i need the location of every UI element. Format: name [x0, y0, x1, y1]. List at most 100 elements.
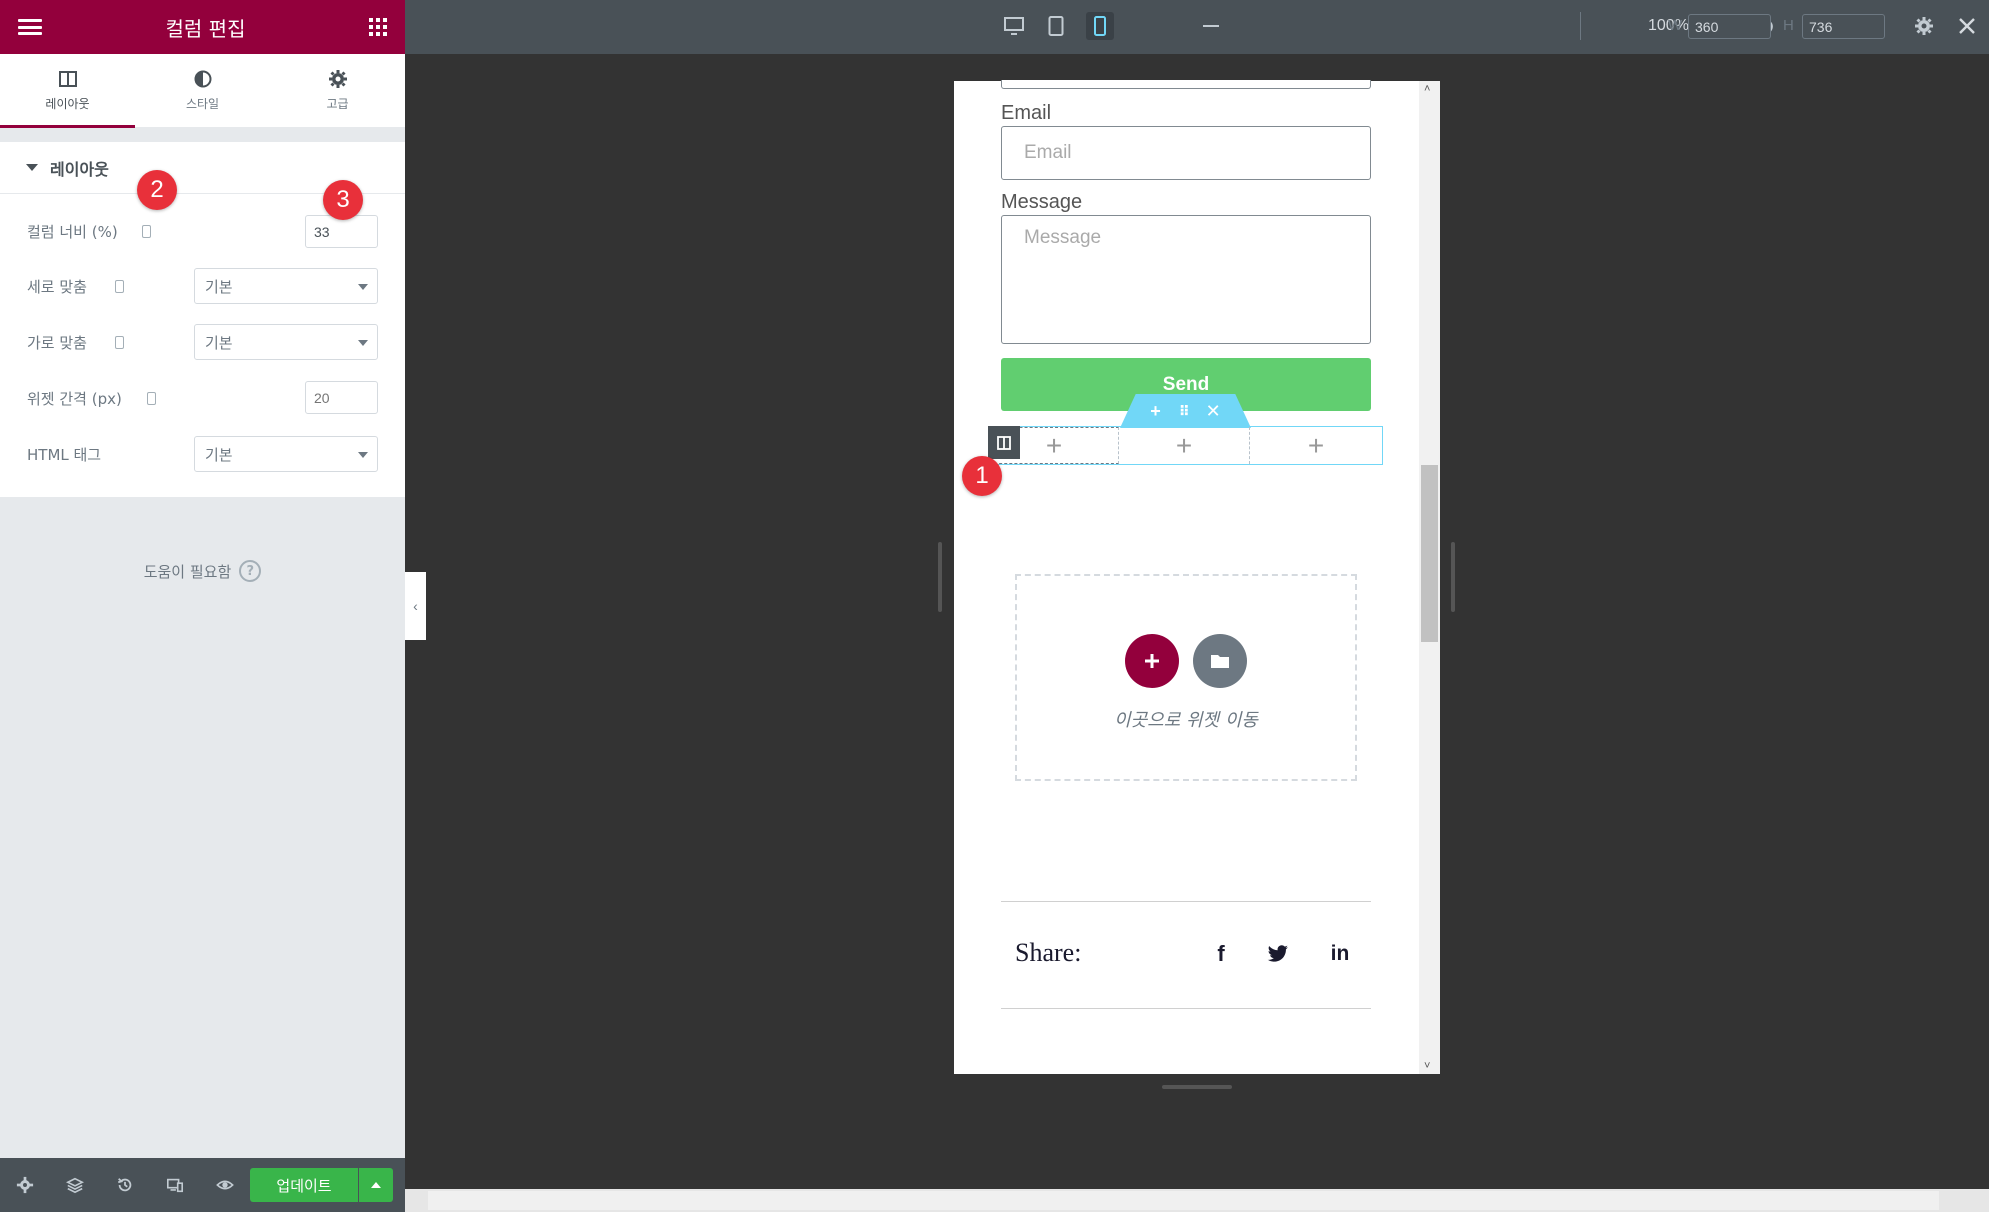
preview-button[interactable]: [200, 1158, 250, 1212]
section-handle: + ⠿ ✕: [1120, 394, 1251, 428]
mobile-device-icon[interactable]: [142, 225, 151, 238]
responsive-button[interactable]: [150, 1158, 200, 1212]
height-input[interactable]: 736: [1802, 14, 1885, 39]
panel-tabs: 레이아웃 스타일 고급: [0, 54, 405, 128]
add-widget-icon[interactable]: +: [1046, 430, 1062, 462]
resize-handle-bottom[interactable]: [1162, 1085, 1232, 1089]
share-divider-bottom: [1001, 1008, 1371, 1009]
settings-button[interactable]: [0, 1158, 50, 1212]
widget-gap-label: 위젯 간격 (px): [27, 389, 122, 408]
tablet-view-button[interactable]: [1045, 15, 1067, 37]
eye-icon: [216, 1180, 234, 1190]
tab-advanced[interactable]: 고급: [270, 54, 405, 127]
add-template-button[interactable]: [1193, 633, 1247, 688]
add-section-button[interactable]: [1125, 633, 1179, 688]
navigator-button[interactable]: [50, 1158, 100, 1212]
column-2[interactable]: +: [1119, 427, 1250, 464]
width-input[interactable]: 360: [1688, 14, 1771, 39]
chevron-left-icon: ‹: [413, 598, 418, 614]
gear-icon: [328, 70, 347, 88]
help-link[interactable]: 도움이 필요함 ?: [0, 560, 405, 582]
add-section-dropzone: 이곳으로 위젯 이동: [1015, 574, 1357, 781]
menu-icon[interactable]: [18, 19, 42, 35]
mobile-view-button[interactable]: [1086, 12, 1114, 40]
column-3[interactable]: +: [1250, 427, 1382, 464]
responsive-toolbar: 100% W 360 H 736: [405, 0, 1989, 54]
add-widget-icon[interactable]: +: [1176, 430, 1192, 462]
message-field[interactable]: Message: [1001, 215, 1371, 344]
html-tag-label: HTML 태그: [27, 445, 102, 464]
tab-style[interactable]: 스타일: [135, 54, 270, 127]
vertical-align-control: 세로 맞춤 기본: [0, 266, 405, 306]
help-label: 도움이 필요함: [143, 562, 232, 581]
html-tag-control: HTML 태그 기본: [0, 434, 405, 474]
mobile-device-icon[interactable]: [115, 280, 124, 293]
annotation-badge-3: 3: [323, 180, 363, 220]
responsive-icon: [166, 1178, 184, 1193]
half-circle-icon: [194, 70, 211, 88]
update-button[interactable]: 업데이트: [250, 1168, 358, 1202]
minus-icon: [1203, 25, 1219, 27]
column-structure: + + +: [988, 426, 1383, 465]
close-responsive-button[interactable]: [1956, 15, 1978, 37]
panel-title: 컬럼 편집: [165, 16, 246, 41]
columns-icon: [58, 71, 77, 87]
width-label: W: [1668, 17, 1683, 34]
layers-icon: [66, 1177, 84, 1194]
share-label: Share:: [1015, 938, 1082, 967]
vertical-align-select[interactable]: 기본: [194, 268, 378, 304]
zoom-out-button[interactable]: [1200, 15, 1222, 37]
gear-icon: [16, 1176, 34, 1194]
preview-scrollbar-thumb[interactable]: [1421, 465, 1438, 642]
canvas-horizontal-scrollbar-thumb[interactable]: [428, 1191, 1939, 1210]
horizontal-align-label: 가로 맞춤: [27, 333, 87, 352]
tab-layout-label: 레이아웃: [45, 97, 90, 111]
widget-gap-input[interactable]: [305, 381, 378, 414]
collapse-panel-button[interactable]: ‹: [405, 572, 426, 640]
column-width-label: 컬럼 너비 (%): [27, 222, 118, 241]
vertical-align-label: 세로 맞춤: [27, 277, 87, 296]
desktop-view-button[interactable]: [1003, 15, 1025, 37]
chevron-down-icon[interactable]: ˅: [1424, 1060, 1430, 1072]
desktop-icon: [1004, 17, 1024, 35]
height-label: H: [1783, 17, 1794, 34]
tab-advanced-label: 고급: [326, 97, 349, 111]
widget-gap-control: 위젯 간격 (px): [0, 378, 405, 418]
history-icon: [118, 1178, 132, 1192]
horizontal-align-control: 가로 맞춤 기본: [0, 322, 405, 362]
save-options-button[interactable]: [359, 1168, 393, 1202]
mobile-device-icon[interactable]: [115, 336, 124, 349]
tab-layout[interactable]: 레이아웃: [0, 54, 135, 128]
mobile-icon: [1094, 16, 1106, 36]
horizontal-align-select[interactable]: 기본: [194, 324, 378, 360]
annotation-badge-1: 1: [962, 456, 1002, 496]
html-tag-select[interactable]: 기본: [194, 436, 378, 472]
facebook-icon[interactable]: f: [1207, 940, 1235, 968]
section-title: 레이아웃: [50, 159, 109, 179]
folder-icon: [1211, 654, 1229, 668]
twitter-icon[interactable]: [1264, 940, 1292, 968]
message-label: Message: [1001, 191, 1083, 213]
history-button[interactable]: [100, 1158, 150, 1212]
edit-column-handle[interactable]: [988, 426, 1020, 459]
share-divider-top: [1001, 901, 1371, 902]
device-settings-button[interactable]: [1913, 15, 1935, 37]
resize-handle-left[interactable]: [938, 542, 942, 612]
delete-section-icon[interactable]: ✕: [1206, 401, 1221, 422]
question-icon: ?: [239, 560, 262, 582]
tablet-icon: [1048, 16, 1064, 36]
mobile-device-icon[interactable]: [147, 392, 156, 405]
gear-icon: [1915, 17, 1933, 35]
drag-handle-icon[interactable]: ⠿: [1179, 403, 1190, 420]
name-field[interactable]: [1001, 80, 1371, 89]
chevron-up-icon[interactable]: ˄: [1424, 83, 1430, 95]
columns-icon: [997, 435, 1011, 450]
add-section-icon[interactable]: +: [1150, 401, 1161, 422]
email-field[interactable]: Email: [1001, 126, 1371, 180]
linkedin-icon[interactable]: in: [1326, 940, 1354, 968]
resize-handle-right[interactable]: [1451, 542, 1455, 612]
tab-style-label: 스타일: [185, 97, 220, 111]
widgets-grid-icon[interactable]: [369, 18, 387, 36]
add-widget-icon[interactable]: +: [1308, 430, 1324, 462]
caret-down-icon: [26, 164, 38, 171]
